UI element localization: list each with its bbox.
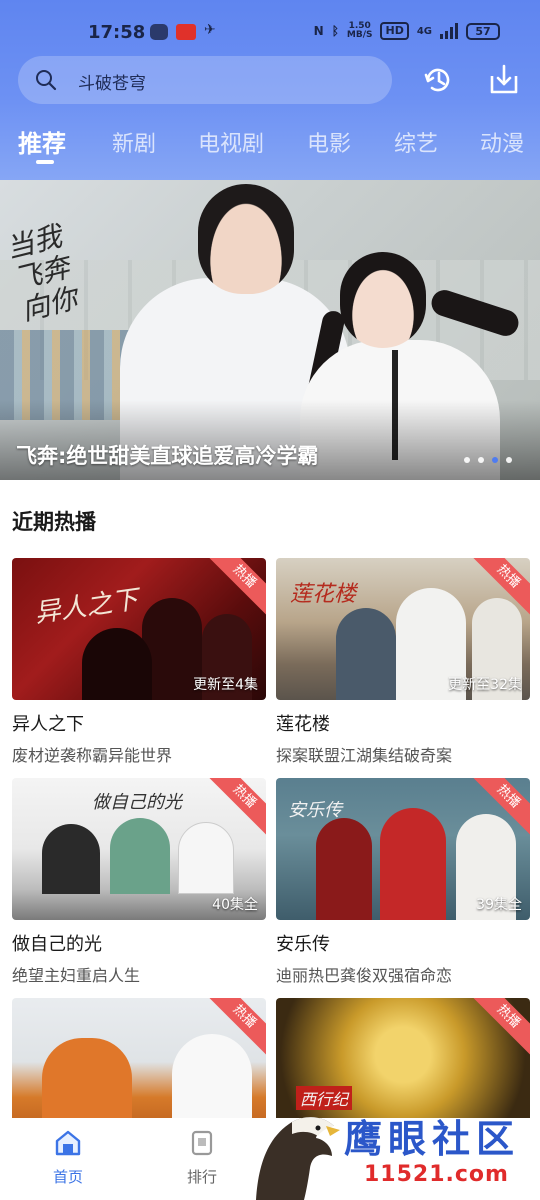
pagination-dot[interactable] <box>506 457 512 463</box>
battery-icon: 57 <box>466 22 500 40</box>
video-thumbnail[interactable]: 莲花楼 热播 更新至32集 <box>276 558 530 700</box>
pagination-dot-active[interactable] <box>492 457 498 463</box>
episode-label: 40集全 <box>212 897 258 913</box>
video-card[interactable]: 异人之下 热播 更新至4集 异人之下 废材逆袭称霸异能世界 <box>12 558 266 766</box>
header: 17:58 ✈ N ᛒ 1.50 MB/S HD 4G 57 斗破苍穹 推荐 新… <box>0 0 540 180</box>
card-title[interactable]: 莲花楼 <box>276 710 530 736</box>
hero-banner[interactable]: 当我飞奔向你 飞奔:绝世甜美直球追爱高冷学霸 <box>0 180 540 480</box>
card-subtitle: 绝望主妇重启人生 <box>12 966 141 985</box>
watermark-url: 11521.com <box>364 1162 509 1187</box>
nav-label: 首页 <box>52 1168 83 1186</box>
hot-badge: 热播 <box>202 558 266 619</box>
thumbnail-art-text: 做自己的光 <box>92 792 182 813</box>
nav-home[interactable]: 首页 <box>28 1128 108 1187</box>
card-subtitle: 探案联盟江湖集结破奇案 <box>276 746 453 765</box>
network-speed: 1.50 MB/S <box>346 21 373 40</box>
home-icon <box>55 1130 81 1156</box>
eagle-logo-icon <box>256 1117 340 1200</box>
news-app-icon <box>176 24 196 40</box>
thumbnail-art-text: 异人之下 <box>32 584 140 630</box>
search-input[interactable]: 斗破苍穹 <box>18 56 392 104</box>
ranking-icon <box>191 1130 213 1156</box>
tab-indicator <box>36 160 54 164</box>
tab-anime[interactable]: 动漫 <box>480 126 524 158</box>
card-title[interactable]: 做自己的光 <box>12 930 266 956</box>
video-card[interactable]: 安乐传 热播 39集全 安乐传 迪丽热巴龚俊双强宿命恋 <box>276 778 530 986</box>
bluetooth-icon: ᛒ <box>331 24 339 38</box>
download-icon[interactable] <box>486 62 522 98</box>
status-bar: 17:58 ✈ N ᛒ 1.50 MB/S HD 4G 57 <box>0 18 540 50</box>
status-time: 17:58 <box>88 22 146 43</box>
tab-movie[interactable]: 电影 <box>307 126 351 158</box>
nav-label: 排行 <box>186 1168 217 1186</box>
card-title[interactable]: 安乐传 <box>276 930 530 956</box>
video-thumbnail[interactable]: 安乐传 热播 39集全 <box>276 778 530 920</box>
hd-badge: HD <box>380 22 409 40</box>
tab-tv[interactable]: 电视剧 <box>198 126 264 158</box>
card-subtitle: 废材逆袭称霸异能世界 <box>12 746 173 765</box>
search-icon <box>36 70 57 91</box>
card-subtitle: 迪丽热巴龚俊双强宿命恋 <box>276 966 453 985</box>
section-title: 近期热播 <box>12 510 96 534</box>
pagination-dot[interactable] <box>464 457 470 463</box>
banner-caption: 飞奔:绝世甜美直球追爱高冷学霸 <box>16 444 319 468</box>
episode-label: 更新至32集 <box>448 677 522 693</box>
tab-recommend[interactable]: 推荐 <box>18 124 66 159</box>
card-title[interactable]: 异人之下 <box>12 710 266 736</box>
tab-new[interactable]: 新剧 <box>112 126 156 158</box>
category-tabs: 推荐 新剧 电视剧 电影 综艺 动漫 <box>0 120 540 170</box>
video-thumbnail[interactable]: 异人之下 热播 更新至4集 <box>12 558 266 700</box>
video-thumbnail[interactable]: 做自己的光 热播 40集全 <box>12 778 266 920</box>
nfc-icon: N <box>313 24 324 38</box>
video-card[interactable]: 做自己的光 热播 40集全 做自己的光 绝望主妇重启人生 <box>12 778 266 986</box>
watermark: 鹰眼社区 11521.com <box>246 1100 540 1200</box>
signal-icon <box>440 23 458 39</box>
tab-variety[interactable]: 综艺 <box>394 126 438 158</box>
banner-pagination <box>464 457 512 463</box>
hot-badge: 热播 <box>466 998 530 1059</box>
thumbnail-art-text: 安乐传 <box>288 800 342 821</box>
status-right: N ᛒ 1.50 MB/S HD 4G 57 <box>314 22 500 40</box>
episode-label: 更新至4集 <box>193 677 258 693</box>
bird-app-icon: ✈ <box>204 22 216 38</box>
history-icon[interactable] <box>420 62 456 98</box>
video-card[interactable]: 莲花楼 热播 更新至32集 莲花楼 探案联盟江湖集结破奇案 <box>276 558 530 766</box>
nav-ranking[interactable]: 排行 <box>162 1128 242 1187</box>
search-placeholder: 斗破苍穹 <box>78 74 146 94</box>
thumbnail-art-text: 莲花楼 <box>290 582 357 607</box>
message-icon <box>150 24 168 40</box>
episode-label: 39集全 <box>476 897 522 913</box>
watermark-text: 鹰眼社区 <box>344 1116 521 1161</box>
network-type: 4G <box>416 25 432 37</box>
pagination-dot[interactable] <box>478 457 484 463</box>
